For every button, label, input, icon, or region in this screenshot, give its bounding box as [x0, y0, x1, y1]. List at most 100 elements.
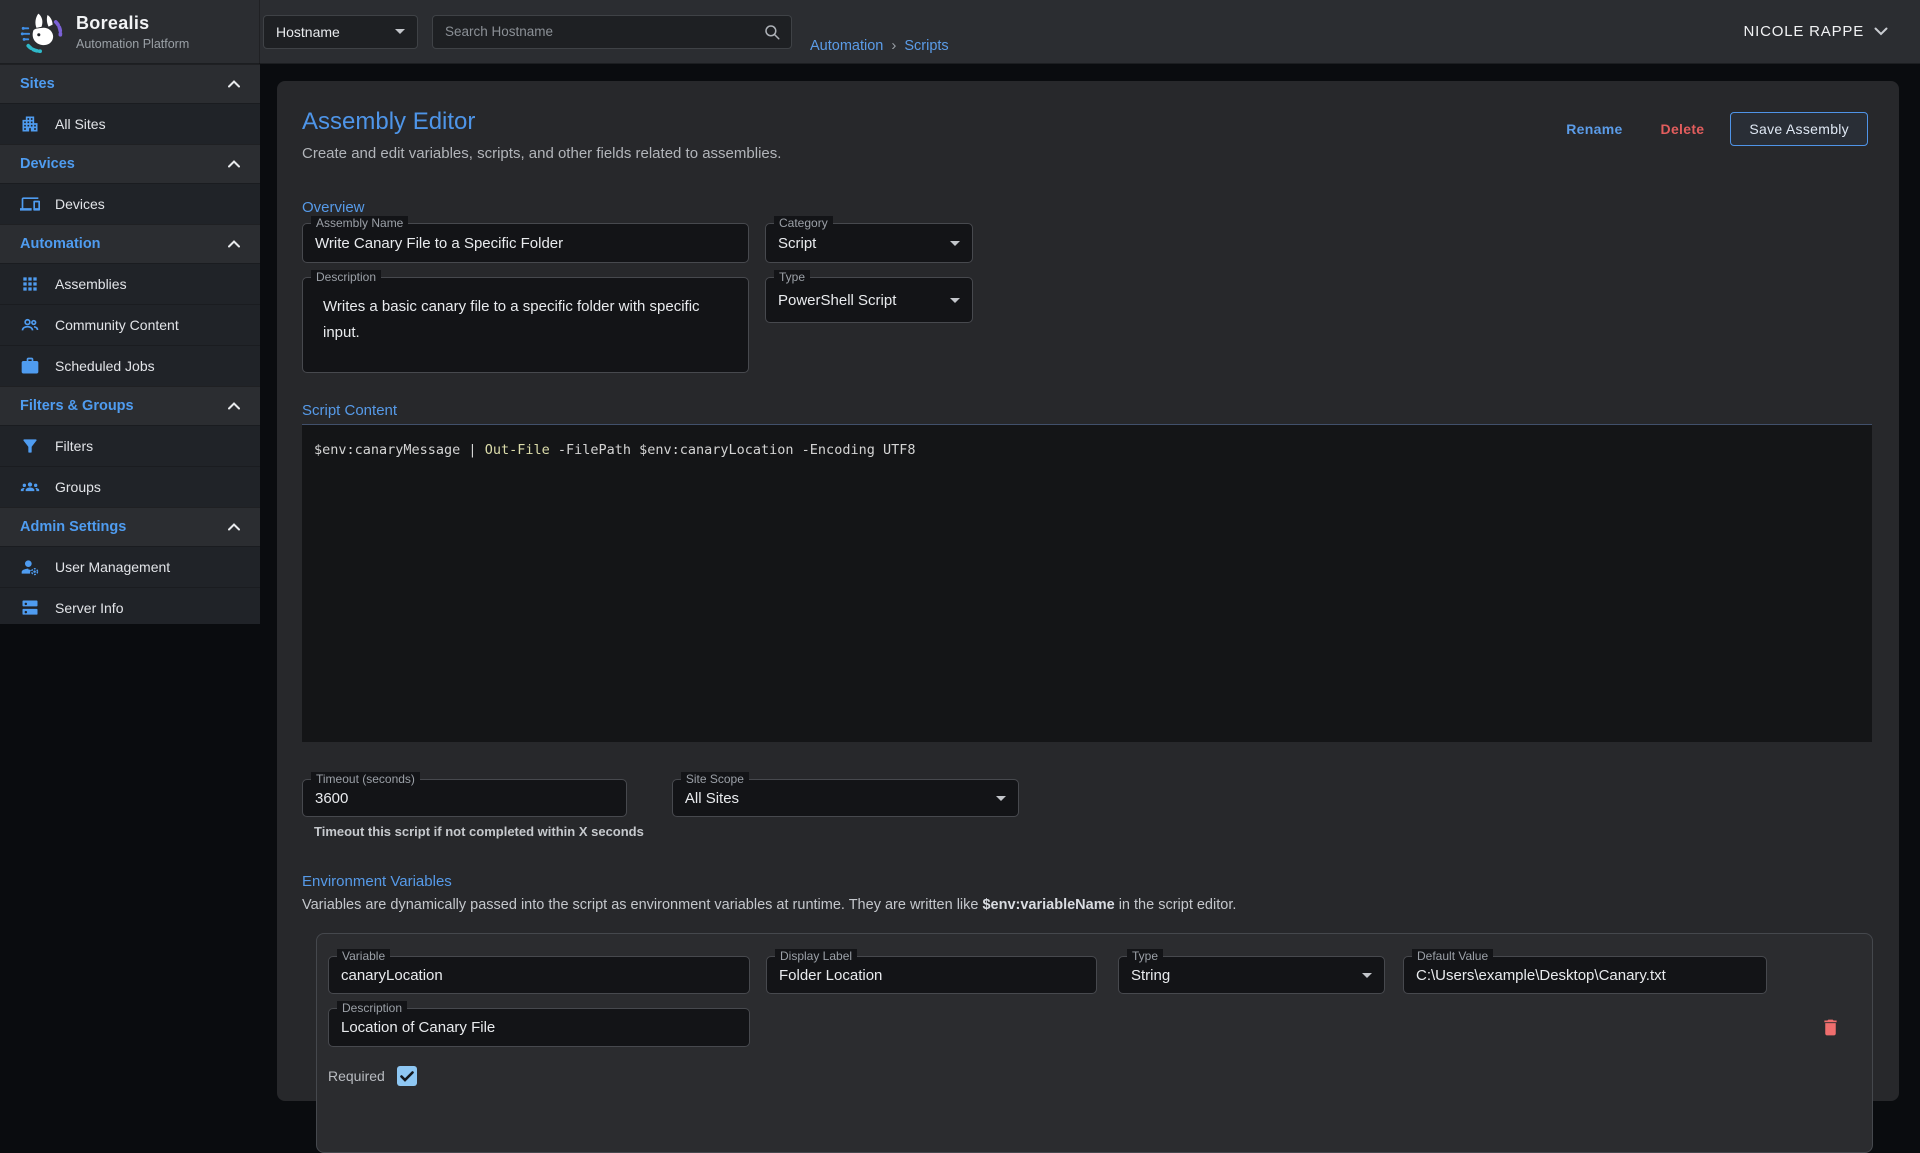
env-desc-prefix: Variables are dynamically passed into th…: [302, 897, 982, 913]
sidebar-item-user-management[interactable]: User Management: [0, 546, 260, 587]
delete-variable-button[interactable]: [1818, 1017, 1842, 1041]
sidebar-item-label: Scheduled Jobs: [55, 358, 155, 374]
env-desc-suffix: in the script editor.: [1115, 897, 1237, 913]
rename-button[interactable]: Rename: [1554, 113, 1634, 145]
description-label: Description: [311, 270, 381, 285]
breadcrumb-automation[interactable]: Automation: [810, 38, 883, 54]
brand-logo-zone: Borealis Automation Platform: [0, 0, 260, 64]
overview-heading: Overview: [302, 199, 1874, 216]
sidebar-item-label: User Management: [55, 559, 170, 575]
sidebar-item-server-info[interactable]: Server Info: [0, 587, 260, 628]
type-select[interactable]: Type PowerShell Script: [765, 277, 973, 323]
topbar: Borealis Automation Platform Hostname Au…: [0, 0, 1920, 64]
sidebar-item-community-content[interactable]: Community Content: [0, 304, 260, 345]
variable-type-select[interactable]: Type String: [1118, 956, 1385, 994]
section-label: Automation: [20, 236, 101, 252]
sidebar-item-filters[interactable]: Filters: [0, 425, 260, 466]
assembly-editor-card: Assembly Editor Create and edit variable…: [277, 81, 1899, 1101]
category-label: Category: [774, 216, 833, 231]
default-value-label: Default Value: [1412, 949, 1493, 964]
sidebar: Sites All Sites Devices Devices Automati…: [0, 64, 260, 624]
variable-description-input[interactable]: [341, 1019, 737, 1036]
chevron-down-icon: [1362, 973, 1372, 978]
sidebar-section-filters-groups[interactable]: Filters & Groups: [0, 386, 260, 425]
section-label: Sites: [20, 76, 55, 92]
chevron-up-icon: [228, 160, 240, 168]
breadcrumb-scripts[interactable]: Scripts: [904, 38, 948, 54]
sidebar-item-devices[interactable]: Devices: [0, 183, 260, 224]
section-label: Admin Settings: [20, 519, 126, 535]
script-content-heading: Script Content: [302, 402, 1874, 419]
sidebar-section-sites[interactable]: Sites: [0, 64, 260, 103]
description-field[interactable]: Description Writes a basic canary file t…: [302, 277, 749, 373]
default-value-field[interactable]: Default Value: [1403, 956, 1767, 994]
sidebar-item-scheduled-jobs[interactable]: Scheduled Jobs: [0, 345, 260, 386]
chevron-down-icon: [1874, 27, 1888, 36]
sidebar-item-all-sites[interactable]: All Sites: [0, 103, 260, 144]
code-segment: -FilePath $env:canaryLocation -Encoding …: [550, 442, 916, 458]
manage-accounts-icon: [20, 557, 40, 577]
variable-type-value: String: [1131, 967, 1170, 984]
section-label: Filters & Groups: [20, 398, 134, 414]
site-scope-label: Site Scope: [681, 772, 749, 787]
category-value: Script: [778, 235, 816, 252]
hostname-select-value: Hostname: [276, 24, 340, 40]
sidebar-item-assemblies[interactable]: Assemblies: [0, 263, 260, 304]
user-menu[interactable]: NICOLE RAPPE: [1744, 23, 1888, 40]
script-code-editor[interactable]: $env:canaryMessage | Out-File -FilePath …: [302, 424, 1872, 742]
required-label: Required: [328, 1068, 385, 1084]
chevron-down-icon: [950, 241, 960, 246]
sidebar-section-admin-settings[interactable]: Admin Settings: [0, 507, 260, 546]
timeout-field[interactable]: Timeout (seconds): [302, 779, 627, 817]
site-scope-value: All Sites: [685, 790, 739, 807]
breadcrumb-separator: ›: [891, 37, 896, 54]
timeout-input[interactable]: [315, 790, 614, 807]
search-icon: [763, 23, 781, 41]
sidebar-item-groups[interactable]: Groups: [0, 466, 260, 507]
display-label-input[interactable]: [779, 967, 1084, 984]
hostname-select[interactable]: Hostname: [263, 15, 418, 49]
groups-icon: [20, 477, 40, 497]
chevron-up-icon: [228, 240, 240, 248]
assembly-name-input[interactable]: [315, 235, 736, 252]
code-segment-cmdlet: Out-File: [485, 442, 550, 458]
variable-description-field[interactable]: Description: [328, 1008, 750, 1047]
display-label-field[interactable]: Display Label: [766, 956, 1097, 994]
chevron-down-icon: [996, 796, 1006, 801]
category-select[interactable]: Category Script: [765, 223, 973, 263]
server-icon: [20, 598, 40, 618]
type-value: PowerShell Script: [778, 292, 896, 309]
chevron-down-icon: [950, 298, 960, 303]
save-assembly-button[interactable]: Save Assembly: [1730, 112, 1868, 146]
required-checkbox[interactable]: [397, 1066, 417, 1086]
code-line: $env:canaryMessage | Out-File -FilePath …: [314, 442, 1860, 458]
assembly-name-label: Assembly Name: [311, 216, 408, 231]
filter-funnel-icon: [20, 436, 40, 456]
description-input[interactable]: Writes a basic canary file to a specific…: [315, 278, 736, 372]
sidebar-section-devices[interactable]: Devices: [0, 144, 260, 183]
environment-variables-heading: Environment Variables: [302, 873, 1874, 890]
sidebar-section-automation[interactable]: Automation: [0, 224, 260, 263]
search-input[interactable]: [445, 24, 763, 39]
apartment-icon: [20, 114, 40, 134]
variable-name-field[interactable]: Variable: [328, 956, 750, 994]
sidebar-item-label: Assemblies: [55, 276, 127, 292]
chevron-up-icon: [228, 80, 240, 88]
borealis-rabbit-logo-icon: [20, 10, 64, 54]
sidebar-item-label: Devices: [55, 196, 105, 212]
apps-grid-icon: [20, 274, 40, 294]
variable-type-label: Type: [1127, 949, 1163, 964]
assembly-name-field[interactable]: Assembly Name: [302, 223, 749, 263]
delete-button[interactable]: Delete: [1649, 113, 1717, 145]
chevron-down-icon: [395, 29, 405, 34]
default-value-input[interactable]: [1416, 967, 1754, 984]
site-scope-select[interactable]: Site Scope All Sites: [672, 779, 1019, 817]
sidebar-item-label: Groups: [55, 479, 101, 495]
code-segment: $env:canaryMessage |: [314, 442, 485, 458]
chevron-up-icon: [228, 523, 240, 531]
sidebar-item-label: Server Info: [55, 600, 123, 616]
variable-name-input[interactable]: [341, 967, 737, 984]
variable-label: Variable: [337, 949, 390, 964]
briefcase-icon: [20, 356, 40, 376]
brand-name: Borealis: [76, 13, 189, 34]
